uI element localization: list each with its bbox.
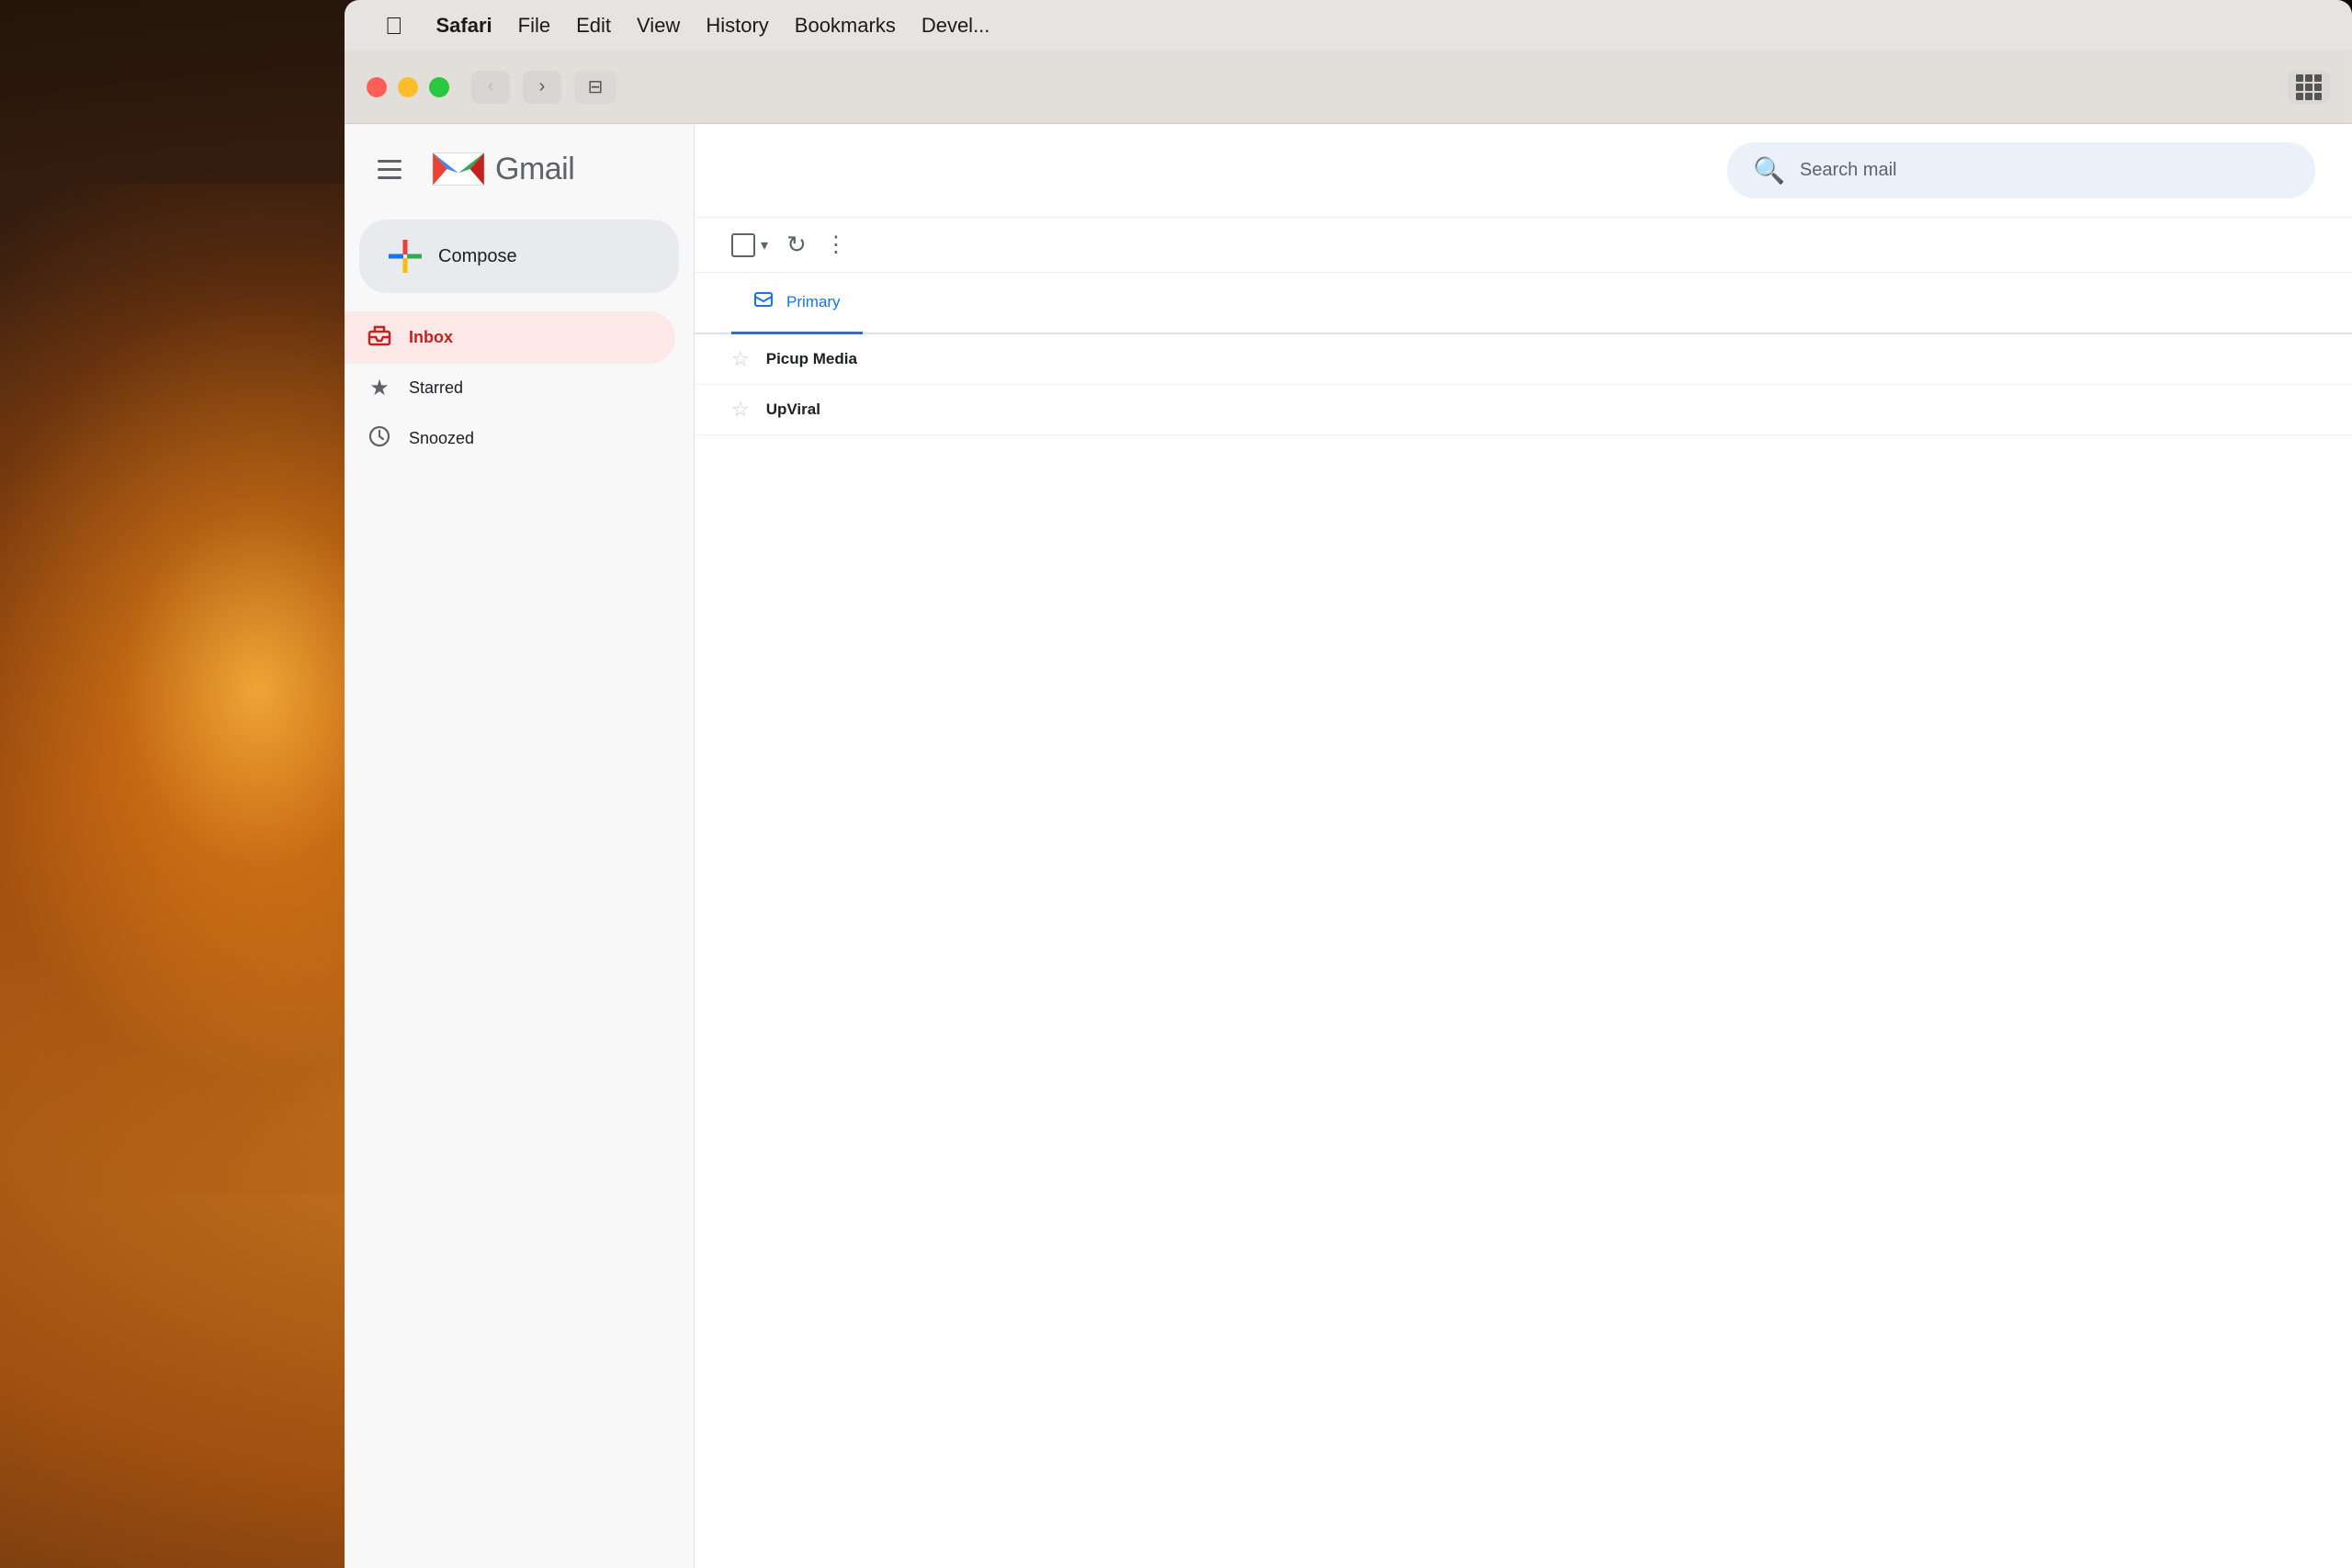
email-sender: UpViral xyxy=(766,400,968,419)
tab-overview-button[interactable] xyxy=(2288,71,2330,104)
compose-label: Compose xyxy=(438,246,517,267)
menu-safari[interactable]: Safari xyxy=(424,12,505,39)
gmail-logo: Gmail xyxy=(431,146,574,192)
apple-menu[interactable]:  xyxy=(372,10,416,41)
refresh-button[interactable]: ↻ xyxy=(786,231,807,259)
hamburger-icon xyxy=(378,176,401,179)
hamburger-icon xyxy=(378,168,401,171)
gmail-tabs: Primary xyxy=(695,273,2352,334)
star-icon[interactable]: ☆ xyxy=(731,347,750,371)
forward-icon: › xyxy=(539,76,546,97)
search-icon: 🔍 xyxy=(1753,155,1785,186)
grid-icon xyxy=(2296,74,2322,100)
browser-content: Gmail Compose Inbox xyxy=(345,124,2352,1568)
menu-view[interactable]: View xyxy=(624,12,693,39)
inbox-label: Inbox xyxy=(409,328,453,347)
checkbox-icon xyxy=(731,233,755,257)
menu-file[interactable]: File xyxy=(505,12,563,39)
dropdown-arrow-icon: ▾ xyxy=(761,236,768,254)
search-placeholder: Search mail xyxy=(1800,160,1897,181)
sidebar-toggle-button[interactable]: ⊟ xyxy=(574,71,616,104)
inbox-icon xyxy=(367,322,392,353)
email-list: ☆ Picup Media ☆ UpViral xyxy=(695,334,2352,1568)
primary-tab-label: Primary xyxy=(786,293,841,311)
back-icon: ‹ xyxy=(488,76,494,97)
more-options-button[interactable]: ⋮ xyxy=(825,231,849,258)
search-box[interactable]: 🔍 Search mail xyxy=(1727,142,2315,198)
gmail-header: Gmail xyxy=(345,146,694,220)
minimize-button[interactable] xyxy=(398,77,418,97)
menu-edit[interactable]: Edit xyxy=(563,12,624,39)
sidebar-icon: ⊟ xyxy=(588,75,604,98)
table-row[interactable]: ☆ UpViral xyxy=(695,385,2352,435)
table-row[interactable]: ☆ Picup Media xyxy=(695,334,2352,385)
starred-icon: ★ xyxy=(367,375,392,401)
back-button[interactable]: ‹ xyxy=(471,71,510,104)
select-all-checkbox[interactable]: ▾ xyxy=(731,233,768,257)
sidebar-item-inbox[interactable]: Inbox xyxy=(345,311,675,364)
compose-button[interactable]: Compose xyxy=(359,220,679,293)
menu-bookmarks[interactable]: Bookmarks xyxy=(782,12,909,39)
tab-primary[interactable]: Primary xyxy=(731,273,863,334)
menu-bar:  Safari File Edit View History Bookmark… xyxy=(345,0,2352,51)
safari-toolbar: ‹ › ⊟ xyxy=(345,51,2352,124)
sidebar-item-starred[interactable]: ★ Starred xyxy=(345,364,675,412)
snoozed-label: Snoozed xyxy=(409,429,474,448)
hamburger-icon xyxy=(378,160,401,163)
sidebar-item-snoozed[interactable]: Snoozed xyxy=(345,412,675,465)
gmail-sidebar: Gmail Compose Inbox xyxy=(345,124,694,1568)
menu-history[interactable]: History xyxy=(693,12,781,39)
traffic-lights xyxy=(367,77,449,97)
primary-tab-icon xyxy=(753,289,774,315)
starred-label: Starred xyxy=(409,378,463,398)
search-area: 🔍 Search mail xyxy=(695,124,2352,218)
hamburger-button[interactable] xyxy=(367,146,413,192)
star-icon[interactable]: ☆ xyxy=(731,398,750,422)
forward-button[interactable]: › xyxy=(523,71,561,104)
snoozed-icon xyxy=(367,423,392,454)
maximize-button[interactable] xyxy=(429,77,449,97)
menu-develop[interactable]: Devel... xyxy=(909,12,1003,39)
gmail-toolbar: ▾ ↻ ⋮ xyxy=(695,218,2352,273)
gmail-m-icon xyxy=(431,146,486,192)
compose-plus-icon xyxy=(389,240,422,273)
close-button[interactable] xyxy=(367,77,387,97)
gmail-main: 🔍 Search mail ▾ ↻ ⋮ Primary xyxy=(694,124,2352,1568)
email-sender: Picup Media xyxy=(766,350,968,368)
gmail-title: Gmail xyxy=(495,152,574,187)
